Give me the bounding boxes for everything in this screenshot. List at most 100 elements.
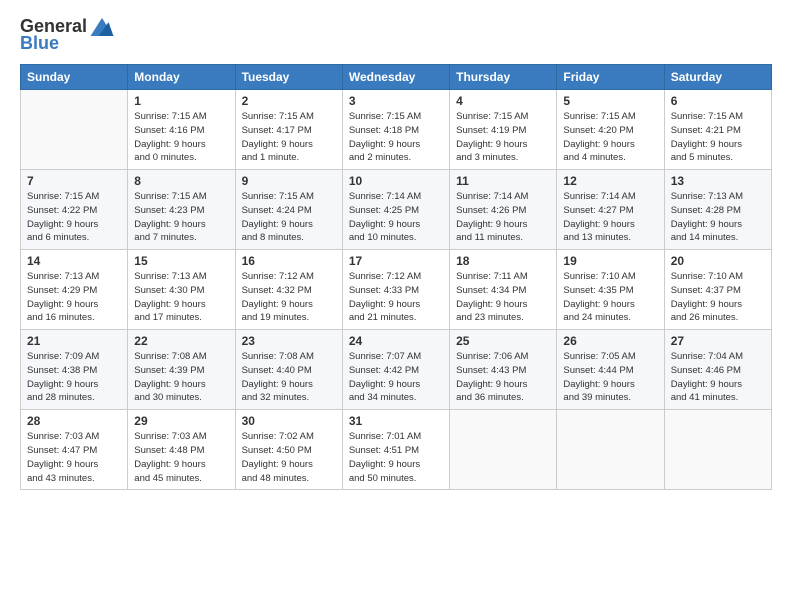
day-info: Sunrise: 7:13 AMSunset: 4:30 PMDaylight:… <box>134 270 228 325</box>
day-info: Sunrise: 7:05 AMSunset: 4:44 PMDaylight:… <box>563 350 657 405</box>
day-number: 15 <box>134 254 228 268</box>
calendar-cell: 3 Sunrise: 7:15 AMSunset: 4:18 PMDaylight… <box>342 90 449 170</box>
day-info: Sunrise: 7:02 AMSunset: 4:50 PMDaylight:… <box>242 430 336 485</box>
day-number: 1 <box>134 94 228 108</box>
day-number: 9 <box>242 174 336 188</box>
day-info: Sunrise: 7:08 AMSunset: 4:40 PMDaylight:… <box>242 350 336 405</box>
calendar-cell: 14 Sunrise: 7:13 AMSunset: 4:29 PMDayligh… <box>21 250 128 330</box>
day-info: Sunrise: 7:01 AMSunset: 4:51 PMDaylight:… <box>349 430 443 485</box>
calendar-cell: 16 Sunrise: 7:12 AMSunset: 4:32 PMDayligh… <box>235 250 342 330</box>
day-info: Sunrise: 7:07 AMSunset: 4:42 PMDaylight:… <box>349 350 443 405</box>
logo-blue-text: Blue <box>20 33 59 54</box>
calendar-cell: 12 Sunrise: 7:14 AMSunset: 4:27 PMDayligh… <box>557 170 664 250</box>
calendar-cell <box>557 410 664 490</box>
day-number: 6 <box>671 94 765 108</box>
calendar-cell: 10Sunrise: 7:14 AMSunset: 4:25 PMDayligh… <box>342 170 449 250</box>
calendar-cell: 2 Sunrise: 7:15 AMSunset: 4:17 PMDaylight… <box>235 90 342 170</box>
calendar-cell: 7 Sunrise: 7:15 AMSunset: 4:22 PMDaylight… <box>21 170 128 250</box>
calendar-cell: 8 Sunrise: 7:15 AMSunset: 4:23 PMDaylight… <box>128 170 235 250</box>
day-number: 7 <box>27 174 121 188</box>
calendar-cell <box>664 410 771 490</box>
calendar-cell <box>450 410 557 490</box>
calendar-cell: 27 Sunrise: 7:04 AMSunset: 4:46 PMDayligh… <box>664 330 771 410</box>
day-number: 26 <box>563 334 657 348</box>
calendar-cell: 1Sunrise: 7:15 AMSunset: 4:16 PMDaylight… <box>128 90 235 170</box>
day-info: Sunrise: 7:04 AMSunset: 4:46 PMDaylight:… <box>671 350 765 405</box>
calendar-cell: 6Sunrise: 7:15 AMSunset: 4:21 PMDaylight… <box>664 90 771 170</box>
calendar-cell: 15 Sunrise: 7:13 AMSunset: 4:30 PMDayligh… <box>128 250 235 330</box>
calendar-cell: 20Sunrise: 7:10 AMSunset: 4:37 PMDayligh… <box>664 250 771 330</box>
day-number: 18 <box>456 254 550 268</box>
day-number: 11 <box>456 174 550 188</box>
day-number: 29 <box>134 414 228 428</box>
day-info: Sunrise: 7:11 AMSunset: 4:34 PMDaylight:… <box>456 270 550 325</box>
weekday-header-wednesday: Wednesday <box>342 65 449 90</box>
day-number: 31 <box>349 414 443 428</box>
day-number: 10 <box>349 174 443 188</box>
day-number: 28 <box>27 414 121 428</box>
day-number: 3 <box>349 94 443 108</box>
calendar-cell: 29 Sunrise: 7:03 AMSunset: 4:48 PMDayligh… <box>128 410 235 490</box>
day-info: Sunrise: 7:15 AMSunset: 4:20 PMDaylight:… <box>563 110 657 165</box>
day-number: 13 <box>671 174 765 188</box>
day-info: Sunrise: 7:15 AMSunset: 4:23 PMDaylight:… <box>134 190 228 245</box>
day-number: 5 <box>563 94 657 108</box>
day-info: Sunrise: 7:06 AMSunset: 4:43 PMDaylight:… <box>456 350 550 405</box>
calendar-cell: 4 Sunrise: 7:15 AMSunset: 4:19 PMDaylight… <box>450 90 557 170</box>
day-info: Sunrise: 7:09 AMSunset: 4:38 PMDaylight:… <box>27 350 121 405</box>
day-number: 14 <box>27 254 121 268</box>
day-number: 24 <box>349 334 443 348</box>
calendar-cell: 22 Sunrise: 7:08 AMSunset: 4:39 PMDayligh… <box>128 330 235 410</box>
day-number: 4 <box>456 94 550 108</box>
day-number: 12 <box>563 174 657 188</box>
logo: General Blue <box>20 16 114 54</box>
weekday-header-row: SundayMondayTuesdayWednesdayThursdayFrid… <box>21 65 772 90</box>
day-info: Sunrise: 7:12 AMSunset: 4:32 PMDaylight:… <box>242 270 336 325</box>
weekday-header-thursday: Thursday <box>450 65 557 90</box>
calendar-cell: 5 Sunrise: 7:15 AMSunset: 4:20 PMDaylight… <box>557 90 664 170</box>
weekday-header-saturday: Saturday <box>664 65 771 90</box>
calendar-week-row: 7 Sunrise: 7:15 AMSunset: 4:22 PMDaylight… <box>21 170 772 250</box>
day-number: 22 <box>134 334 228 348</box>
day-info: Sunrise: 7:15 AMSunset: 4:17 PMDaylight:… <box>242 110 336 165</box>
weekday-header-monday: Monday <box>128 65 235 90</box>
day-info: Sunrise: 7:15 AMSunset: 4:18 PMDaylight:… <box>349 110 443 165</box>
calendar-table: SundayMondayTuesdayWednesdayThursdayFrid… <box>20 64 772 490</box>
day-info: Sunrise: 7:10 AMSunset: 4:35 PMDaylight:… <box>563 270 657 325</box>
day-info: Sunrise: 7:03 AMSunset: 4:47 PMDaylight:… <box>27 430 121 485</box>
day-info: Sunrise: 7:15 AMSunset: 4:22 PMDaylight:… <box>27 190 121 245</box>
calendar-week-row: 14 Sunrise: 7:13 AMSunset: 4:29 PMDayligh… <box>21 250 772 330</box>
calendar-cell: 11 Sunrise: 7:14 AMSunset: 4:26 PMDayligh… <box>450 170 557 250</box>
calendar-cell: 18 Sunrise: 7:11 AMSunset: 4:34 PMDayligh… <box>450 250 557 330</box>
calendar-cell: 21Sunrise: 7:09 AMSunset: 4:38 PMDayligh… <box>21 330 128 410</box>
day-info: Sunrise: 7:08 AMSunset: 4:39 PMDaylight:… <box>134 350 228 405</box>
day-info: Sunrise: 7:14 AMSunset: 4:27 PMDaylight:… <box>563 190 657 245</box>
calendar-week-row: 1Sunrise: 7:15 AMSunset: 4:16 PMDaylight… <box>21 90 772 170</box>
calendar-week-row: 28 Sunrise: 7:03 AMSunset: 4:47 PMDayligh… <box>21 410 772 490</box>
weekday-header-sunday: Sunday <box>21 65 128 90</box>
calendar-cell: 17 Sunrise: 7:12 AMSunset: 4:33 PMDayligh… <box>342 250 449 330</box>
day-number: 8 <box>134 174 228 188</box>
day-info: Sunrise: 7:03 AMSunset: 4:48 PMDaylight:… <box>134 430 228 485</box>
calendar-week-row: 21Sunrise: 7:09 AMSunset: 4:38 PMDayligh… <box>21 330 772 410</box>
calendar-cell: 26 Sunrise: 7:05 AMSunset: 4:44 PMDayligh… <box>557 330 664 410</box>
day-number: 27 <box>671 334 765 348</box>
day-number: 23 <box>242 334 336 348</box>
calendar-cell <box>21 90 128 170</box>
day-number: 20 <box>671 254 765 268</box>
day-info: Sunrise: 7:15 AMSunset: 4:19 PMDaylight:… <box>456 110 550 165</box>
day-number: 2 <box>242 94 336 108</box>
day-info: Sunrise: 7:13 AMSunset: 4:29 PMDaylight:… <box>27 270 121 325</box>
day-info: Sunrise: 7:14 AMSunset: 4:26 PMDaylight:… <box>456 190 550 245</box>
day-number: 30 <box>242 414 336 428</box>
calendar-cell: 19 Sunrise: 7:10 AMSunset: 4:35 PMDayligh… <box>557 250 664 330</box>
day-info: Sunrise: 7:12 AMSunset: 4:33 PMDaylight:… <box>349 270 443 325</box>
day-number: 16 <box>242 254 336 268</box>
calendar-cell: 13Sunrise: 7:13 AMSunset: 4:28 PMDayligh… <box>664 170 771 250</box>
calendar-cell: 28 Sunrise: 7:03 AMSunset: 4:47 PMDayligh… <box>21 410 128 490</box>
day-number: 19 <box>563 254 657 268</box>
calendar-cell: 23 Sunrise: 7:08 AMSunset: 4:40 PMDayligh… <box>235 330 342 410</box>
day-number: 25 <box>456 334 550 348</box>
day-number: 17 <box>349 254 443 268</box>
calendar-cell: 24 Sunrise: 7:07 AMSunset: 4:42 PMDayligh… <box>342 330 449 410</box>
